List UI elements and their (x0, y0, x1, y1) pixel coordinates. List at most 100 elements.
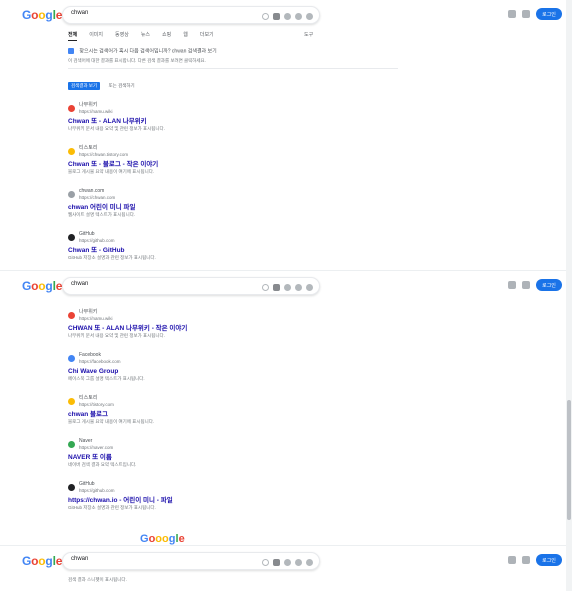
apps-icon[interactable] (522, 556, 530, 564)
google-logo[interactable]: Google (22, 279, 62, 293)
search-input[interactable]: chwan (71, 556, 88, 562)
logo-letter: G (22, 279, 32, 293)
tab-5[interactable]: 웹 (183, 31, 188, 41)
signin-button[interactable]: 로그인 (536, 554, 562, 566)
mic-icon[interactable] (284, 283, 291, 291)
signin-button[interactable]: 로그인 (536, 279, 562, 291)
clear-icon[interactable] (262, 558, 269, 566)
camera-icon[interactable] (295, 283, 302, 291)
tab-2[interactable]: 동영상 (115, 31, 129, 41)
results: 나무위키 https://namu.wiki CHWAN 또 - ALAN 나무위키… (68, 309, 398, 524)
scrollbar-thumb[interactable] (567, 400, 571, 520)
chip-note: 또는 검색하기 (108, 83, 135, 89)
google-logo[interactable]: Google (22, 8, 62, 22)
mic-icon[interactable] (284, 558, 291, 566)
result-title-link[interactable]: chwan 어린이 미니 파일 (68, 203, 398, 212)
tabs: 전체 이미지 동영상 뉴스 쇼핑 웹 더보기 (68, 31, 214, 41)
logo-letter: o (31, 554, 39, 568)
notice-line: 이 검색어에 대한 결과를 표시합니다. 다른 검색 결과를 보려면 클릭하세요… (68, 58, 398, 70)
settings-icon[interactable] (508, 10, 516, 18)
result-title-link[interactable]: Chi Wave Group (68, 367, 398, 376)
tab-4[interactable]: 쇼핑 (162, 31, 171, 41)
results: 검색 결과 스니펫이 표시됩니다. (68, 577, 398, 583)
result-source[interactable]: 티스토리 https://chwan.tistory.com (68, 145, 398, 158)
favicon-icon (68, 191, 75, 199)
camera-icon[interactable] (295, 12, 302, 20)
result-site: 나무위키 (79, 102, 98, 109)
result-url: https://github.com (79, 238, 115, 244)
logo-letter: o (31, 279, 39, 293)
logo-letter: o (38, 8, 46, 22)
result-snippet: 검색 결과 스니펫이 표시됩니다. (68, 577, 127, 582)
result-description: 나무위키 문서 내용 요약 및 관련 정보가 표시됩니다. (68, 333, 165, 338)
result-title-link[interactable]: Chwan 또 - GitHub (68, 246, 398, 255)
logo-letter: o (31, 8, 39, 22)
search-result: 티스토리 https://tistory.com chwan 블로그 블로그 게시물 … (68, 395, 398, 425)
logo-letter: o (38, 554, 46, 568)
signin-button[interactable]: 로그인 (536, 8, 562, 20)
result-site: GitHub (79, 481, 95, 487)
result-description: GitHub 저장소 설명과 관련 정보가 표시됩니다. (68, 255, 156, 261)
keyboard-icon[interactable] (273, 12, 280, 20)
info-icon (68, 48, 74, 54)
tab-3[interactable]: 뉴스 (141, 31, 150, 41)
result-title-link[interactable]: Chwan 또 - 블로그 - 작은 이야기 (68, 160, 398, 169)
mic-icon[interactable] (284, 12, 291, 20)
favicon-icon (68, 234, 75, 242)
search-input[interactable]: chwan (71, 281, 88, 287)
google-logo[interactable]: Google (22, 554, 62, 568)
result-url: https://naver.com (79, 445, 114, 450)
logo-letter: g (45, 279, 53, 293)
result-source[interactable]: chwan.com https://chwan.com (68, 188, 398, 201)
scrollbar[interactable] (566, 0, 572, 591)
result-url: https://namu.wiki (79, 316, 113, 321)
search-result: 티스토리 https://chwan.tistory.com Chwan 또 - 블… (68, 145, 398, 175)
favicon-icon (68, 312, 75, 319)
search-result: 나무위키 https://namu.wiki Chwan 또 - ALAN 나무위키… (68, 102, 398, 132)
tools-button[interactable]: 도구 (304, 31, 313, 38)
pager-letter: G (140, 533, 149, 545)
keyboard-icon[interactable] (273, 558, 280, 566)
result-source[interactable]: 티스토리 https://tistory.com (68, 395, 398, 408)
result-title-link[interactable]: NAVER 또 이름 (68, 453, 398, 462)
results-list: 나무위키 https://namu.wiki CHWAN 또 - ALAN 나무위키… (68, 309, 398, 511)
chip-button[interactable]: 검색결과 보기 (68, 82, 101, 91)
result-title-link[interactable]: chwan 블로그 (68, 410, 398, 419)
result-source[interactable]: GitHub https://github.com (68, 231, 398, 244)
search-result: Naver https://naver.com NAVER 또 이름 네이버 검색 결… (68, 438, 398, 468)
logo-letter: g (45, 8, 53, 22)
settings-icon[interactable] (508, 556, 516, 564)
result-url: https://tistory.com (79, 402, 114, 407)
result-source[interactable]: Facebook https://facebook.com (68, 352, 398, 365)
result-title-link[interactable]: https://chwan.io - 어린이 미니 - 파일 (68, 496, 398, 505)
settings-icon[interactable] (508, 281, 516, 289)
apps-icon[interactable] (522, 281, 530, 289)
clear-icon[interactable] (262, 283, 269, 291)
search-frame-2: Google chwan 로그인 나무위키 https://namu.wiki CH… (0, 270, 572, 545)
tab-0[interactable]: 전체 (68, 31, 78, 41)
search-icon[interactable] (306, 558, 313, 566)
tab-6[interactable]: 더보기 (200, 31, 214, 41)
apps-icon[interactable] (522, 10, 530, 18)
screenshot: Google chwan 로그인 전체 이미지 동영상 뉴스 쇼핑 웹 더보기 도구 (0, 0, 572, 591)
search-icon[interactable] (306, 283, 313, 291)
search-box[interactable]: chwan (62, 6, 320, 24)
result-source[interactable]: GitHub https://github.com (68, 481, 398, 494)
tab-1[interactable]: 이미지 (89, 31, 103, 41)
favicon-icon (68, 398, 75, 405)
result-site: 티스토리 (79, 145, 98, 152)
result-source[interactable]: Naver https://naver.com (68, 438, 398, 451)
result-title-link[interactable]: CHWAN 또 - ALAN 나무위키 - 작은 이야기 (68, 324, 398, 333)
search-icon[interactable] (306, 12, 313, 20)
result-source[interactable]: 나무위키 https://namu.wiki (68, 102, 398, 115)
favicon-icon (68, 105, 75, 113)
search-input[interactable]: chwan (71, 10, 88, 16)
result-source[interactable]: 나무위키 https://namu.wiki (68, 309, 398, 322)
result-title-link[interactable]: Chwan 또 - ALAN 나무위키 (68, 117, 398, 126)
search-box[interactable]: chwan (62, 277, 320, 295)
search-box[interactable]: chwan (62, 552, 320, 570)
result-url: https://namu.wiki (79, 109, 113, 115)
keyboard-icon[interactable] (273, 283, 280, 291)
clear-icon[interactable] (262, 12, 269, 20)
camera-icon[interactable] (295, 558, 302, 566)
